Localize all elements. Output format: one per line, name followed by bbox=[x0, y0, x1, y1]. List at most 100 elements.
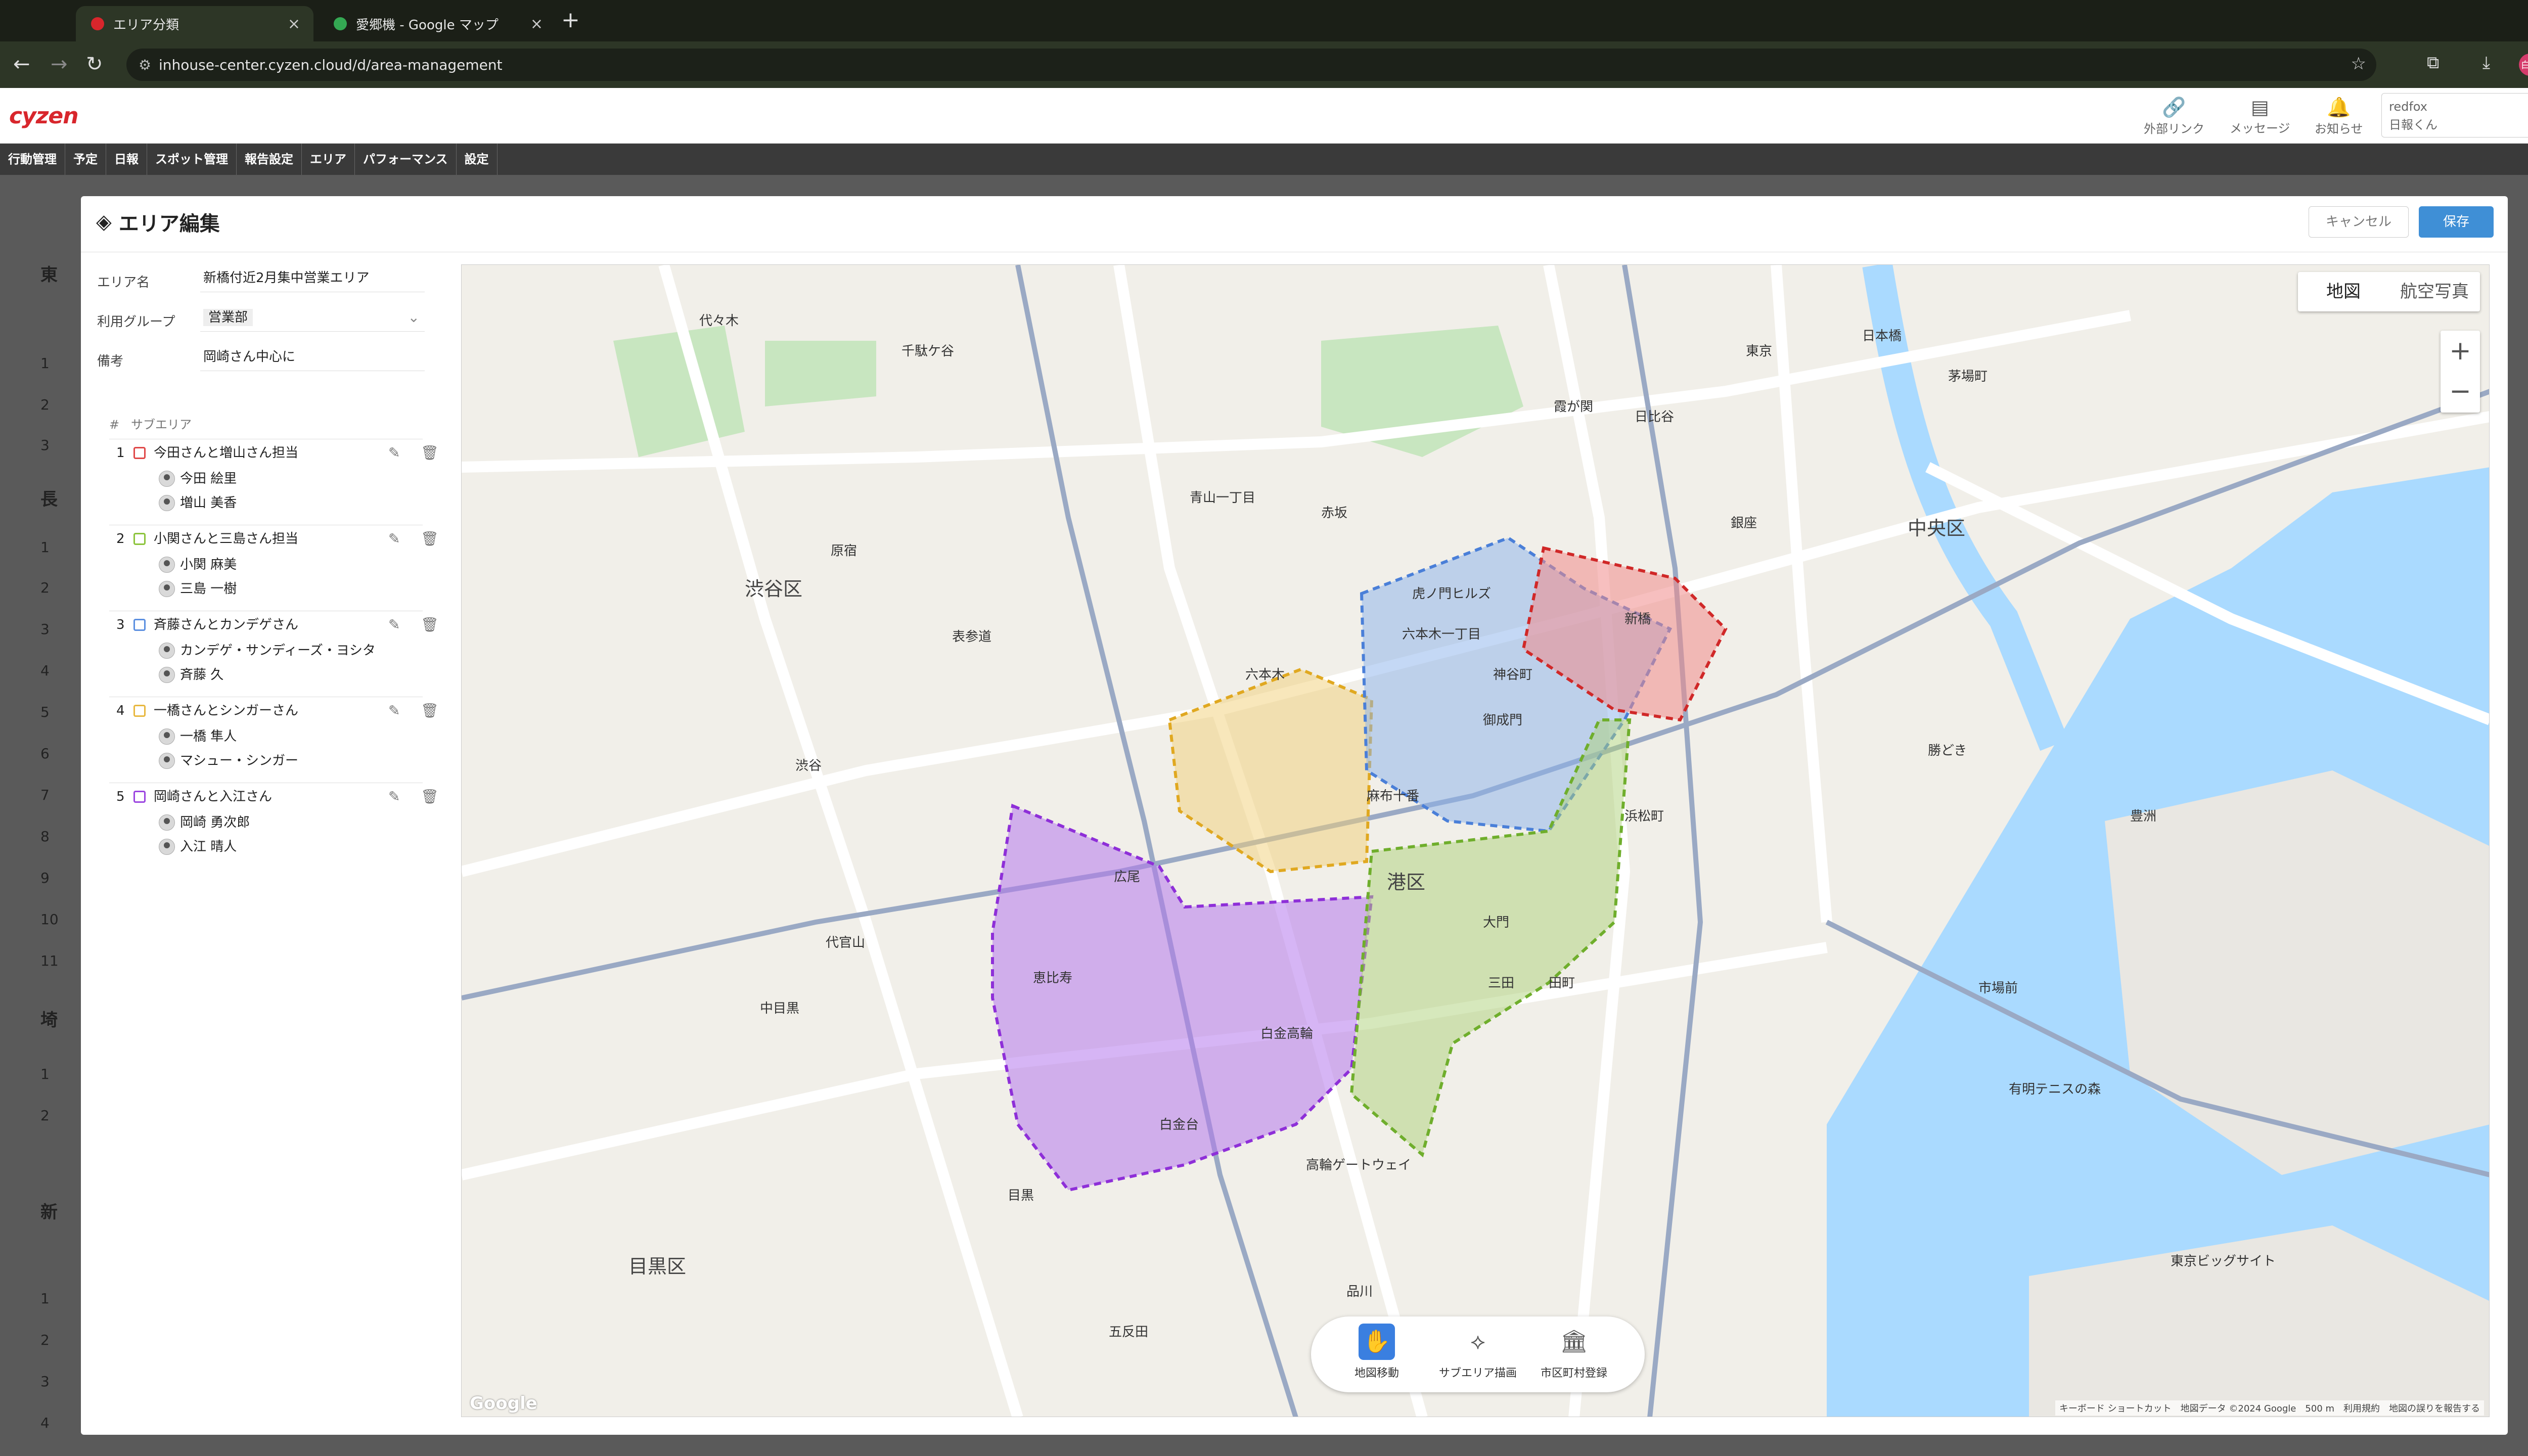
map-label: 浜松町 bbox=[1624, 809, 1664, 824]
user-company: redfox bbox=[2389, 100, 2427, 114]
map-label: 品川 bbox=[1346, 1284, 1373, 1299]
tab-close-icon[interactable]: × bbox=[530, 15, 543, 33]
list-item: 8 bbox=[40, 828, 50, 845]
subarea-item[interactable]: 4 一橋さんとシンガーさん ✎ 🗑 一橋 隼人 マシュー・シンガー bbox=[109, 697, 439, 773]
menu-item-daily-report[interactable]: 日報 bbox=[106, 144, 147, 175]
list-item: 4 bbox=[40, 662, 50, 679]
list-item: 1 bbox=[40, 539, 50, 556]
trash-icon[interactable]: 🗑 bbox=[421, 611, 439, 639]
bookmark-star-icon[interactable]: ☆ bbox=[2351, 54, 2366, 74]
map-label: 勝どき bbox=[1928, 743, 1967, 758]
member-row: 一橋 隼人 bbox=[109, 724, 423, 749]
member-row: 小関 麻美 bbox=[109, 553, 423, 577]
section-header: 長 bbox=[40, 489, 58, 510]
reload-icon[interactable]: ↻ bbox=[86, 53, 103, 76]
group-label: 利用グループ bbox=[97, 314, 175, 330]
layers-icon: ◈ bbox=[96, 210, 112, 234]
back-icon[interactable]: ← bbox=[13, 53, 30, 76]
pencil-icon[interactable]: ✎ bbox=[388, 697, 400, 724]
user-menu[interactable]: redfox 日報くん bbox=[2381, 93, 2528, 138]
menu-item-report-settings[interactable]: 報告設定 bbox=[237, 144, 302, 175]
member-row: 今田 絵里 bbox=[109, 467, 423, 491]
list-item: 7 bbox=[40, 787, 50, 803]
message-button[interactable]: ▤ メッセージ bbox=[2230, 96, 2290, 136]
map-label: 豊洲 bbox=[2130, 809, 2157, 824]
map-type-map-button[interactable]: 地図 bbox=[2298, 272, 2389, 311]
map-label: 六本木一丁目 bbox=[1402, 627, 1481, 642]
menu-item-performance[interactable]: パフォーマンス bbox=[355, 144, 457, 175]
cancel-button[interactable]: キャンセル bbox=[2309, 206, 2409, 238]
map-label: 茅場町 bbox=[1948, 369, 1988, 384]
external-link-button[interactable]: 🔗 外部リンク bbox=[2144, 96, 2204, 136]
map-label: 表参道 bbox=[952, 629, 992, 645]
map-label: 港区 bbox=[1387, 871, 1426, 893]
subarea-item[interactable]: 3 斉藤さんとカンデゲさん ✎ 🗑 カンデゲ・サンディーズ・ヨシタ 斉藤 久 bbox=[109, 611, 439, 687]
forward-icon[interactable]: → bbox=[51, 53, 68, 76]
extensions-icon[interactable]: ⧉ bbox=[2427, 53, 2439, 73]
download-icon[interactable]: ⤓ bbox=[2482, 53, 2490, 73]
trash-icon[interactable]: 🗑 bbox=[421, 783, 439, 810]
menu-item-schedule[interactable]: 予定 bbox=[65, 144, 106, 175]
zoom-out-button[interactable]: − bbox=[2441, 371, 2480, 412]
browser-tab-active[interactable]: エリア分類 × bbox=[76, 6, 313, 41]
map-attribution[interactable]: キーボード ショートカット 地図データ ©2024 Google 500 m 利… bbox=[2055, 1400, 2484, 1416]
map-label: 渋谷区 bbox=[745, 578, 803, 600]
cyzen-logo[interactable]: cyzen bbox=[9, 103, 79, 129]
area-name-label: エリア名 bbox=[97, 275, 150, 290]
tab-close-icon[interactable]: × bbox=[288, 15, 300, 33]
trash-icon[interactable]: 🗑 bbox=[421, 439, 439, 467]
browser-tab[interactable]: 愛郷機 - Google マップ × bbox=[319, 6, 556, 41]
pencil-icon[interactable]: ✎ bbox=[388, 611, 400, 639]
new-tab-icon[interactable]: + bbox=[561, 7, 580, 33]
save-button[interactable]: 保存 bbox=[2419, 206, 2494, 238]
area-name-input[interactable]: 新橋付近2月集中営業エリア bbox=[200, 266, 425, 292]
trash-icon[interactable]: 🗑 bbox=[421, 697, 439, 724]
map-label: 有明テニスの森 bbox=[2009, 1082, 2101, 1097]
map-canvas[interactable]: 渋谷区 港区 中央区 目黒区 虎ノ門ヒルズ 六本木一丁目 新橋 神谷町 御成門 … bbox=[461, 264, 2490, 1417]
trash-icon[interactable]: 🗑 bbox=[421, 525, 439, 553]
list-item: 1 bbox=[40, 1066, 50, 1082]
list-item: 2 bbox=[40, 1332, 50, 1348]
map-label: 白金高輪 bbox=[1260, 1026, 1314, 1041]
subarea-draw-tool[interactable]: ⟡ サブエリア描画 bbox=[1427, 1324, 1528, 1380]
notification-button[interactable]: 🔔 お知らせ bbox=[2315, 96, 2363, 136]
subarea-item[interactable]: 5 岡崎さんと入江さん ✎ 🗑 岡崎 勇次郎 入江 晴人 bbox=[109, 783, 439, 859]
municipality-register-tool[interactable]: 🏛 市区町村登録 bbox=[1523, 1324, 1624, 1380]
pencil-icon[interactable]: ✎ bbox=[388, 525, 400, 553]
note-label: 備考 bbox=[97, 354, 124, 369]
zoom-in-button[interactable]: + bbox=[2441, 331, 2480, 371]
map-label: 赤坂 bbox=[1321, 506, 1348, 521]
pencil-icon[interactable]: ✎ bbox=[388, 439, 400, 467]
color-swatch bbox=[133, 533, 146, 545]
map-type-satellite-button[interactable]: 航空写真 bbox=[2389, 272, 2480, 311]
list-item: 4 bbox=[40, 1415, 50, 1431]
map-label: 青山一丁目 bbox=[1190, 490, 1256, 506]
map-label: 代官山 bbox=[826, 935, 866, 950]
subarea-name: 斉藤さんとカンデゲさん bbox=[154, 617, 299, 632]
note-input[interactable]: 岡崎さん中心に bbox=[200, 345, 425, 371]
menu-item-settings[interactable]: 設定 bbox=[457, 144, 498, 175]
address-bar[interactable]: ⚙ inhouse-center.cyzen.cloud/d/area-mana… bbox=[126, 49, 2376, 81]
pencil-icon[interactable]: ✎ bbox=[388, 783, 400, 810]
subarea-item[interactable]: 2 小関さんと三島さん担当 ✎ 🗑 小関 麻美 三島 一樹 bbox=[109, 525, 439, 601]
zoom-control: + − bbox=[2441, 331, 2480, 413]
avatar bbox=[159, 729, 175, 745]
link-icon: 🔗 bbox=[2162, 96, 2186, 118]
avatar bbox=[159, 643, 175, 659]
map-graphics bbox=[462, 265, 2489, 1417]
user-name: 日報くん bbox=[2389, 118, 2437, 132]
map-label: 五反田 bbox=[1109, 1325, 1149, 1340]
menu-item-area[interactable]: エリア bbox=[302, 144, 355, 175]
profile-avatar[interactable]: 白石 bbox=[2519, 54, 2528, 76]
list-item: 5 bbox=[40, 704, 50, 720]
subarea-item[interactable]: 1 今田さんと増山さん担当 ✎ 🗑 今田 絵里 増山 美香 bbox=[109, 439, 439, 515]
message-icon: ▤ bbox=[2250, 96, 2269, 118]
group-select[interactable]: 営業部 ⌄ bbox=[200, 305, 425, 332]
city-hall-icon: 🏛 bbox=[1560, 1329, 1588, 1354]
map-move-tool[interactable]: ✋ 地図移動 bbox=[1326, 1324, 1427, 1380]
map-label: 広尾 bbox=[1114, 870, 1141, 885]
site-info-icon[interactable]: ⚙ bbox=[139, 57, 151, 73]
map-label: 高輪ゲートウェイ bbox=[1306, 1158, 1412, 1173]
menu-item-activity[interactable]: 行動管理 bbox=[0, 144, 65, 175]
menu-item-spot[interactable]: スポット管理 bbox=[147, 144, 237, 175]
